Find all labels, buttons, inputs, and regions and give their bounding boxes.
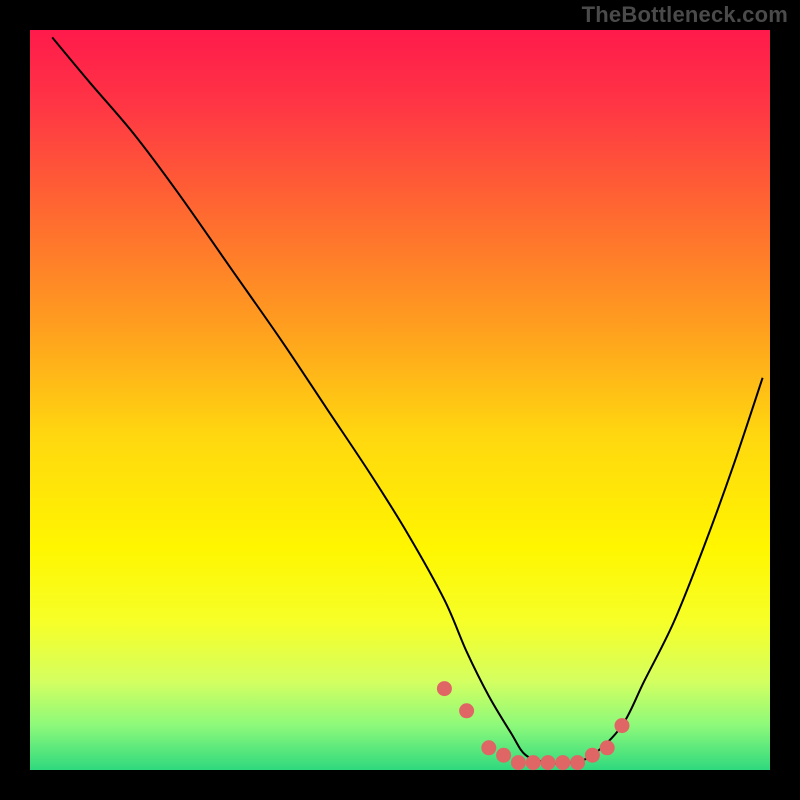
highlight-dot — [459, 703, 474, 718]
bottleneck-chart — [0, 0, 800, 800]
chart-frame: TheBottleneck.com — [0, 0, 800, 800]
highlight-dot — [615, 718, 630, 733]
highlight-dot — [511, 755, 526, 770]
highlight-dot — [526, 755, 541, 770]
highlight-dot — [481, 740, 496, 755]
chart-background-gradient — [30, 30, 770, 770]
highlight-dot — [600, 740, 615, 755]
highlight-dot — [555, 755, 570, 770]
watermark-text: TheBottleneck.com — [582, 2, 788, 28]
highlight-dot — [437, 681, 452, 696]
highlight-dot — [570, 755, 585, 770]
highlight-dot — [585, 748, 600, 763]
highlight-dot — [496, 748, 511, 763]
highlight-dot — [541, 755, 556, 770]
